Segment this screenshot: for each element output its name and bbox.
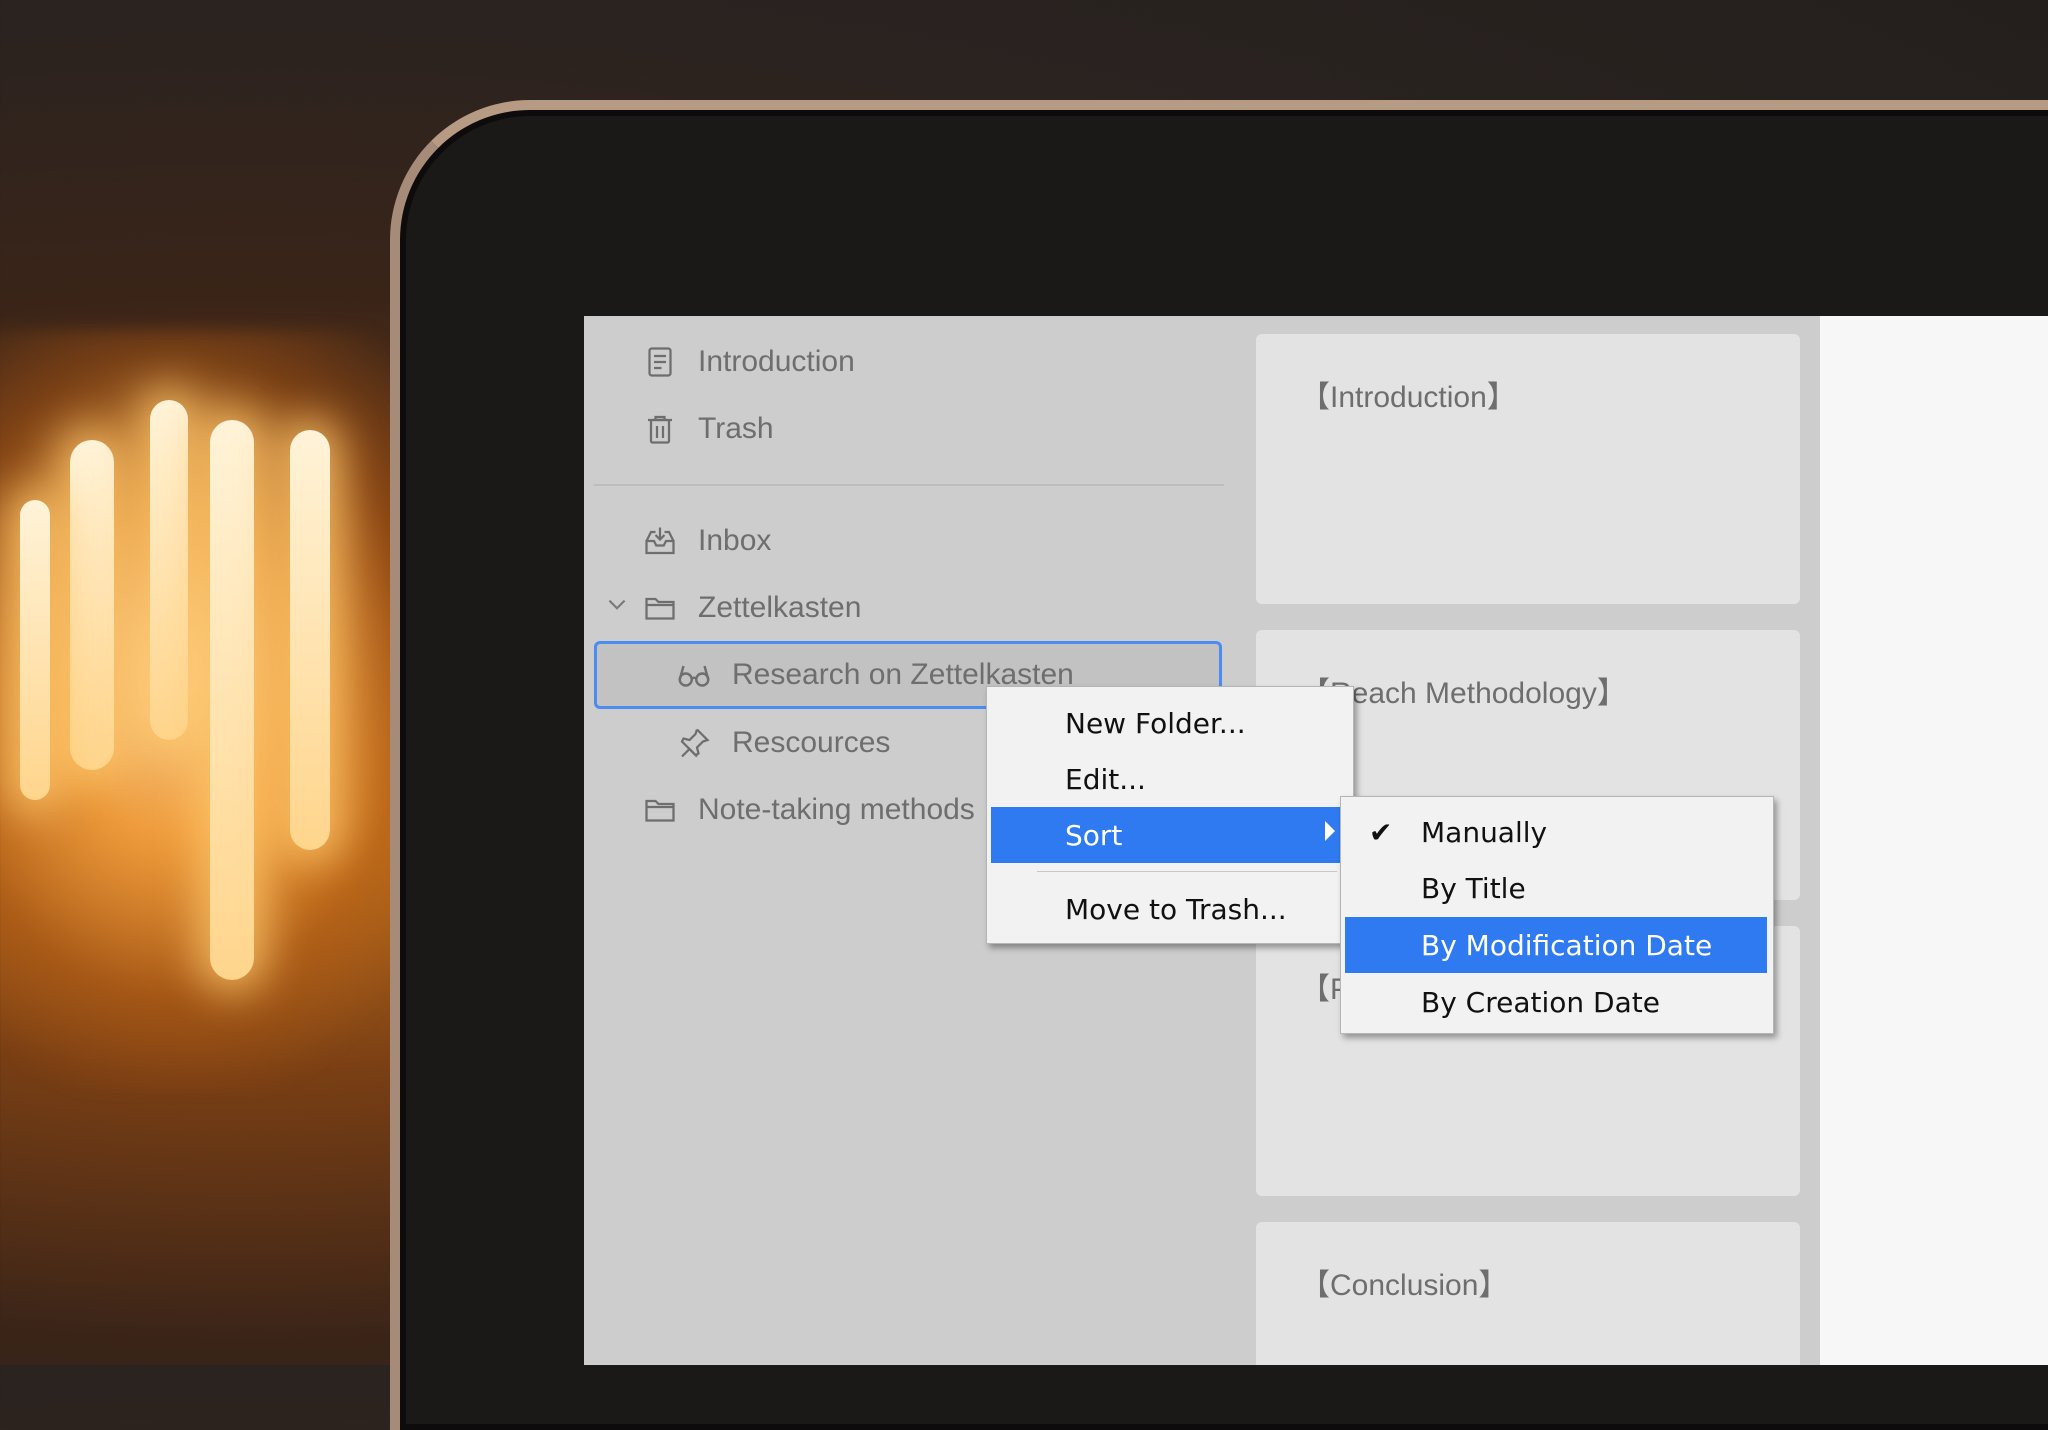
editor-pane[interactable] [1820, 316, 2048, 1365]
inbox-icon [640, 521, 680, 561]
filament [20, 500, 50, 800]
sidebar-item-inbox[interactable]: Inbox [640, 510, 771, 572]
submenu-arrow-icon [1325, 821, 1335, 841]
sidebar-item-note-taking-methods[interactable]: Note-taking methods [640, 779, 975, 841]
sort-submenu: ✔ Manually By Title By Modification Date… [1340, 796, 1774, 1034]
sort-option-by-modification-date[interactable]: By Modification Date [1345, 917, 1767, 973]
menu-item-label: Sort [1065, 818, 1123, 852]
note-card[interactable]: 【Introduction】 [1256, 334, 1800, 604]
menu-item-label: Edit... [1065, 762, 1146, 796]
sort-option-manually[interactable]: ✔ Manually [1345, 805, 1767, 859]
sidebar-item-zettelkasten[interactable]: Zettelkasten [640, 577, 861, 639]
note-card[interactable]: 【Conclusion】 [1256, 1222, 1800, 1365]
sidebar-item-introduction[interactable]: Introduction [640, 331, 855, 393]
context-menu: New Folder... Edit... Sort Move to Trash… [986, 686, 1354, 944]
filament [210, 420, 254, 980]
menu-item-label: New Folder... [1065, 706, 1246, 740]
note-card-title: 【Conclusion】 [1300, 1269, 1509, 1302]
trash-icon [640, 409, 680, 449]
chevron-down-icon[interactable] [604, 592, 630, 618]
sort-option-label: By Title [1421, 871, 1526, 905]
sidebar-item-label: Inbox [698, 524, 772, 557]
sidebar-item-rescources[interactable]: Rescources [674, 712, 890, 774]
sort-option-by-creation-date[interactable]: By Creation Date [1345, 975, 1767, 1029]
glasses-icon [674, 655, 714, 695]
sidebar-item-trash[interactable]: Trash [640, 398, 774, 460]
checkmark-icon: ✔ [1369, 815, 1393, 849]
sort-option-label: By Creation Date [1421, 985, 1660, 1019]
sort-option-label: By Modification Date [1421, 928, 1713, 962]
filament [290, 430, 330, 850]
folder-icon [640, 588, 680, 628]
document-icon [640, 342, 680, 382]
sort-option-by-title[interactable]: By Title [1345, 861, 1767, 915]
sidebar-item-label: Trash [698, 412, 774, 445]
sidebar-item-label: Introduction [698, 345, 855, 378]
menu-separator [1037, 871, 1337, 872]
menu-item-label: Move to Trash... [1065, 892, 1287, 926]
menu-item-move-to-trash[interactable]: Move to Trash... [991, 883, 1345, 935]
sidebar-divider [594, 484, 1224, 486]
pin-icon [674, 723, 714, 763]
folder-icon [640, 790, 680, 830]
filament [150, 400, 188, 740]
sidebar-item-label: Rescources [732, 726, 891, 759]
menu-item-sort[interactable]: Sort [991, 807, 1345, 863]
sidebar-item-label: Zettelkasten [698, 591, 862, 624]
note-card-title: 【Introduction】 [1300, 381, 1517, 414]
menu-item-new-folder[interactable]: New Folder... [991, 697, 1345, 749]
sidebar-item-label: Note-taking methods [698, 793, 975, 826]
sort-option-label: Manually [1421, 815, 1548, 849]
filament [70, 440, 114, 770]
menu-item-edit[interactable]: Edit... [991, 753, 1345, 805]
